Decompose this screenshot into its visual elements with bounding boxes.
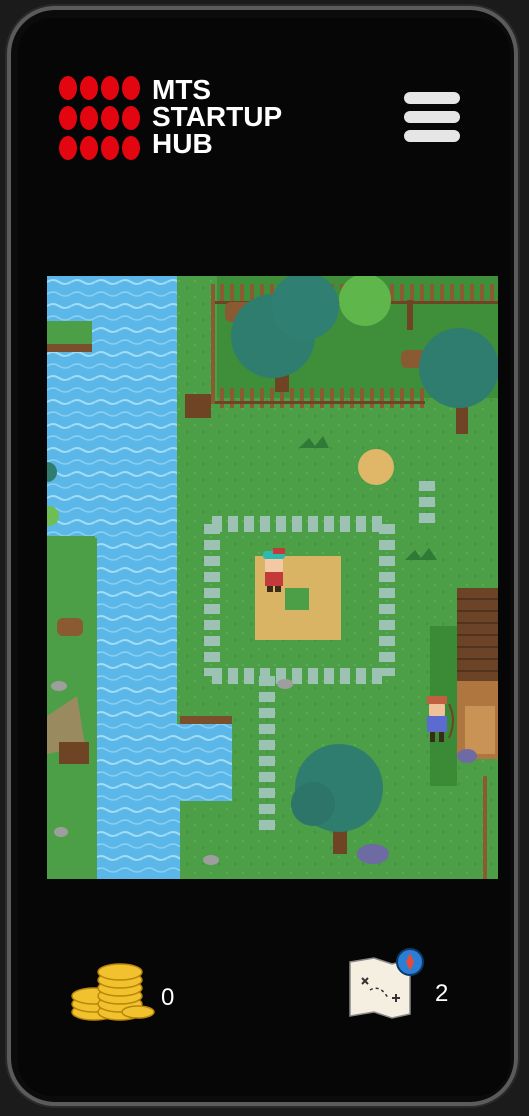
flower-bush (357, 844, 389, 864)
menu-bar (404, 111, 460, 123)
gold-coins-icon (71, 963, 155, 1021)
rock (277, 679, 293, 689)
logo-line-1: MTS (152, 74, 212, 105)
menu-bar (404, 92, 460, 104)
wooden-crate (185, 394, 211, 418)
game-canvas[interactable] (47, 276, 498, 879)
bank-edge (180, 716, 232, 724)
tree-canopy (419, 328, 498, 408)
rock (51, 681, 67, 691)
coins-count: 0 (161, 984, 175, 1011)
island-edge (47, 344, 92, 352)
treasure-map-icon[interactable] (344, 948, 428, 1022)
logo-line-3: HUB (152, 128, 213, 159)
hamburger-menu-icon[interactable] (404, 92, 464, 152)
house-door (465, 706, 495, 754)
house-roof (457, 588, 498, 688)
maps-count: 2 (435, 980, 449, 1007)
logo-dots-icon (59, 76, 140, 160)
fence-left (211, 284, 215, 404)
tree-canopy (291, 782, 335, 826)
sand-plaza-center (285, 588, 309, 610)
flower-bush (457, 749, 477, 763)
crate (59, 742, 89, 764)
fence-lower (215, 388, 425, 408)
rock (203, 855, 219, 865)
tree-canopy (339, 276, 391, 326)
rock (54, 827, 68, 837)
tree-stump (57, 618, 83, 636)
mts-startup-hub-logo[interactable]: MTS STARTUP HUB (58, 76, 318, 164)
fence-right (483, 776, 487, 879)
logo-wordmark: MTS STARTUP HUB (152, 74, 283, 159)
player-character (263, 548, 285, 592)
tree-trunk (407, 300, 413, 330)
logo-line-2: STARTUP (152, 101, 283, 132)
sand-patch (358, 449, 394, 485)
menu-bar (404, 130, 460, 142)
